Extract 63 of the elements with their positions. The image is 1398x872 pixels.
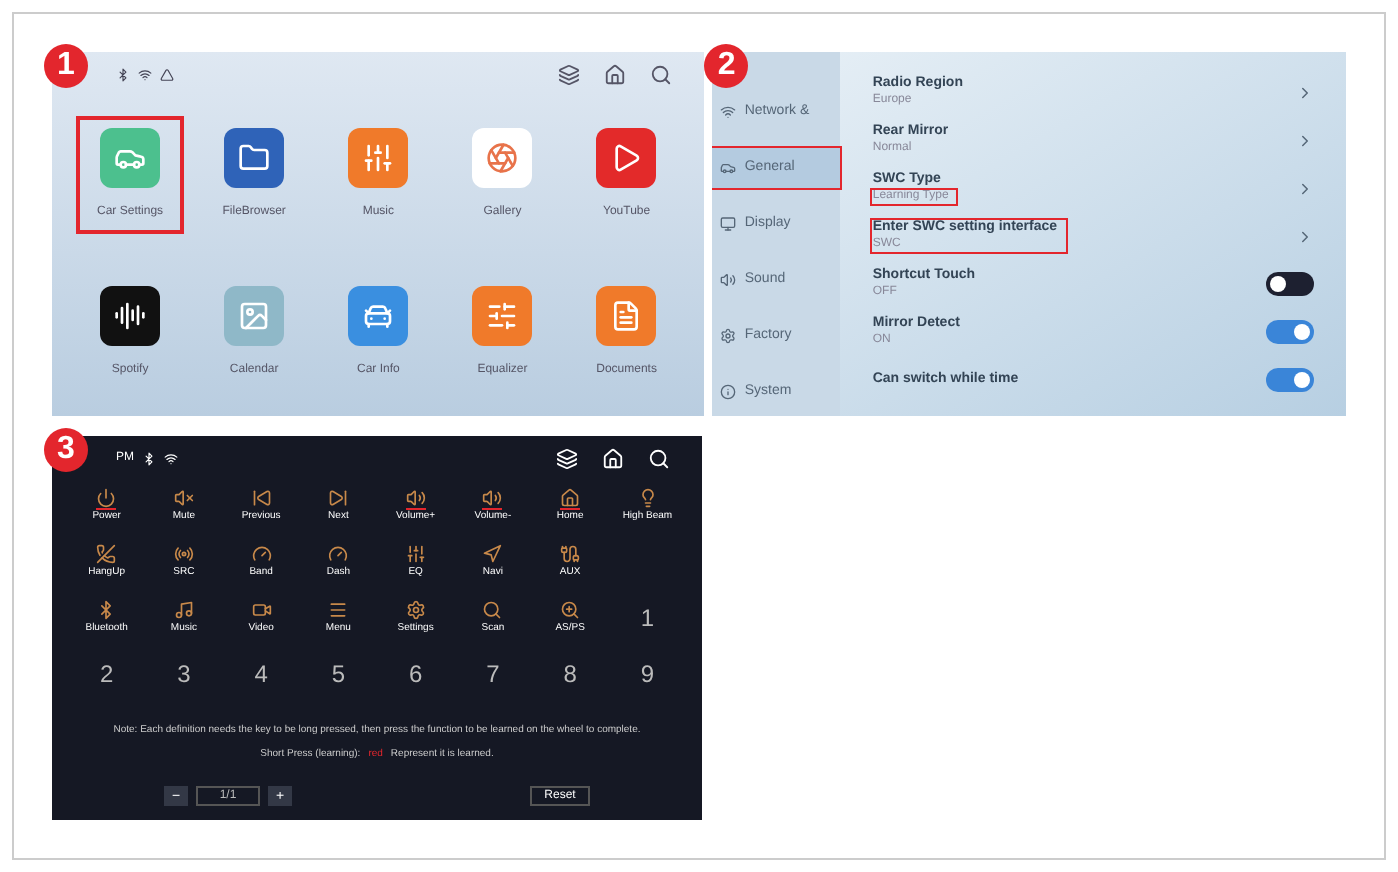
gauge-icon (251, 544, 272, 564)
toggle-switch[interactable] (1266, 272, 1314, 296)
number-key[interactable]: 3 (145, 648, 223, 700)
power-icon (96, 488, 117, 508)
wifi-icon (164, 451, 178, 465)
home-icon (560, 488, 581, 508)
bluetooth-icon (116, 67, 130, 81)
number-key[interactable]: 9 (608, 648, 686, 700)
hang-up-icon (96, 544, 117, 564)
gauge-icon (328, 544, 349, 564)
app-icon (472, 128, 533, 188)
step-number-badge: 3 (44, 428, 88, 472)
app-icon (596, 128, 657, 188)
info-icon (720, 384, 737, 400)
wifi-icon (720, 104, 737, 120)
bluetooth-icon (96, 600, 117, 620)
toggle-switch[interactable] (1266, 368, 1314, 392)
bluetooth-icon (142, 451, 156, 465)
layers-icon[interactable] (556, 447, 578, 469)
navigation-icon (482, 544, 503, 564)
number-key[interactable]: 2 (68, 648, 146, 700)
number-key[interactable]: 7 (454, 648, 532, 700)
number-key[interactable]: 4 (222, 648, 300, 700)
volume-icon (482, 488, 503, 508)
radio-icon (173, 544, 194, 564)
cable-icon (560, 544, 581, 564)
search-icon (482, 600, 503, 620)
volume-icon (405, 488, 426, 508)
chevron-icon[interactable] (1296, 83, 1314, 101)
video-icon (251, 600, 272, 620)
sliders-icon (405, 544, 426, 564)
chevron-icon[interactable] (1296, 227, 1314, 245)
app-icon (224, 128, 285, 188)
warning-icon (160, 67, 174, 81)
chevron-icon[interactable] (1296, 179, 1314, 197)
speaker-icon (720, 272, 737, 288)
number-key[interactable]: 8 (531, 648, 609, 700)
app-icon (100, 128, 161, 188)
app-icon (596, 286, 657, 346)
app-icon (348, 128, 409, 188)
number-key[interactable]: 1 (608, 592, 686, 644)
music-icon (173, 600, 194, 620)
bulb-icon (637, 488, 658, 508)
step-number-badge: 1 (44, 44, 88, 88)
car-icon (720, 160, 737, 176)
wifi-icon (138, 67, 152, 81)
mute-icon (173, 488, 194, 508)
number-key[interactable]: 6 (377, 648, 455, 700)
monitor-icon (720, 216, 737, 232)
zoom-in-icon (560, 600, 581, 620)
next-icon (328, 488, 349, 508)
app-icon (348, 286, 409, 346)
number-key[interactable]: 5 (299, 648, 377, 700)
toggle-switch[interactable] (1266, 320, 1314, 344)
app-icon (100, 286, 161, 346)
gear-icon (405, 600, 426, 620)
previous-icon (251, 488, 272, 508)
step-number-badge: 2 (704, 44, 749, 88)
chevron-icon[interactable] (1296, 131, 1314, 149)
menu-icon (328, 600, 349, 620)
gear-icon (720, 328, 737, 344)
app-icon (472, 286, 533, 346)
app-icon (224, 286, 285, 346)
